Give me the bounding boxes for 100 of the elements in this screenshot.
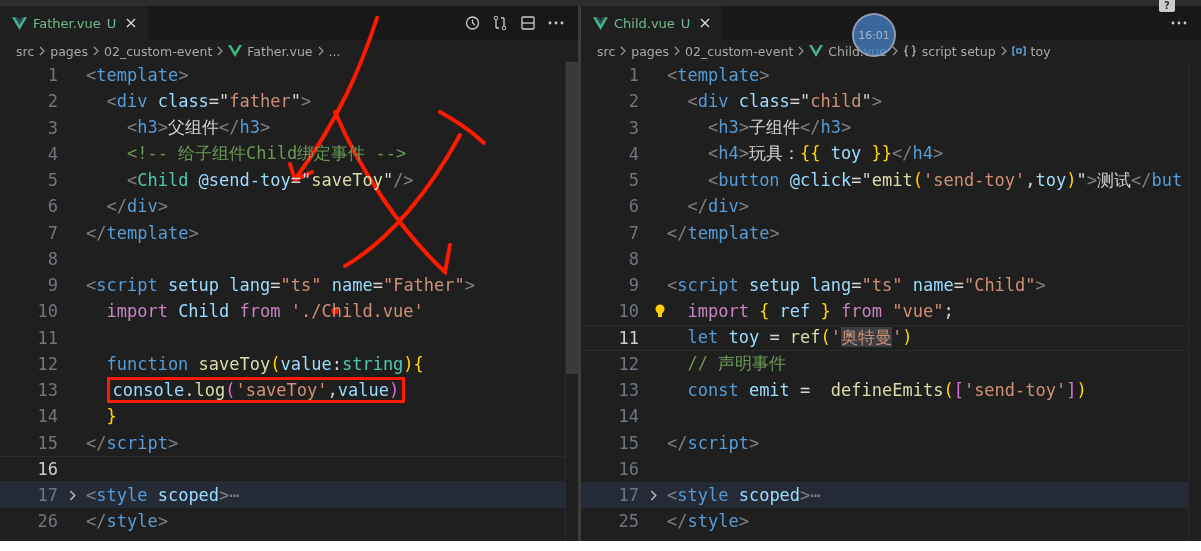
- compare-icon[interactable]: [492, 15, 508, 31]
- breadcrumb-item[interactable]: script setup: [921, 43, 996, 59]
- close-icon[interactable]: [126, 18, 137, 28]
- code-line: <template>: [86, 65, 189, 86]
- scrollbar[interactable]: [565, 62, 578, 541]
- code-line: </div>: [105, 196, 168, 217]
- code-line: </script>: [667, 432, 760, 453]
- line-number: 11: [36, 327, 58, 348]
- line-number: 15: [36, 432, 58, 453]
- code-line: <script setup lang="ts" name="Father">: [86, 275, 476, 296]
- code-line: const emit = defineEmits(['send-toy']): [686, 380, 1087, 401]
- line-number: 14: [36, 406, 58, 427]
- line-number: 6: [46, 196, 58, 217]
- line-number: 10: [617, 301, 639, 322]
- line-number: 3: [627, 117, 639, 138]
- code-line: <h4>玩具：{{ toy }}</h4>: [706, 142, 944, 166]
- chevron-icon: [317, 46, 324, 56]
- chevron-icon: [93, 46, 99, 56]
- code-line: </style>: [667, 511, 749, 532]
- chevron-icon: [798, 46, 805, 56]
- code-line: <div class="father">: [105, 91, 312, 112]
- line-number: 3: [46, 117, 58, 138]
- breadcrumb-item[interactable]: 02_custom-event: [685, 43, 794, 59]
- line-number: 12: [36, 353, 58, 374]
- braces-icon: [902, 45, 917, 57]
- code-line: import Child from './Child.vue': [105, 301, 424, 322]
- breadcrumb-item[interactable]: toy: [1030, 43, 1051, 59]
- vue-logo-icon: [593, 16, 608, 30]
- editor-tab[interactable]: Child.vue U: [581, 6, 723, 40]
- vue-logo-icon: [228, 45, 243, 57]
- code-line: // 声明事件: [686, 352, 787, 376]
- breadcrumb-item[interactable]: pages: [50, 43, 88, 59]
- line-number: 16: [617, 458, 639, 479]
- line-number: 17: [617, 485, 639, 506]
- help-badge[interactable]: ?: [1159, 0, 1175, 12]
- code-line: <style scoped>⋯: [86, 485, 240, 506]
- line-number: 2: [46, 91, 58, 112]
- line-number: 5: [627, 170, 639, 191]
- line-number: 10: [36, 301, 58, 322]
- line-number: 1: [627, 65, 639, 86]
- code-line: </template>: [667, 222, 780, 243]
- breadcrumb-item[interactable]: Father.vue: [247, 43, 313, 59]
- code-line: <button @click="emit('send-toy',toy)">测试</but: [706, 168, 1183, 192]
- line-number: 9: [627, 275, 639, 296]
- code-line: </div>: [686, 196, 749, 217]
- chevron-icon: [1000, 46, 1007, 56]
- line-number: 8: [627, 248, 639, 269]
- breadcrumb-item[interactable]: ...: [328, 43, 341, 59]
- vue-logo-icon: [12, 16, 27, 30]
- history-icon[interactable]: [464, 15, 480, 31]
- chevron-icon: [674, 46, 680, 56]
- more-icon[interactable]: [548, 21, 564, 25]
- fold-chevron-icon[interactable]: [649, 489, 657, 501]
- line-number: 14: [617, 406, 639, 427]
- breadcrumb-item[interactable]: 02_custom-event: [104, 43, 213, 59]
- line-number: 6: [627, 196, 639, 217]
- code-line: <h3>父组件</h3>: [125, 116, 271, 140]
- scrollbar-thumb[interactable]: [566, 62, 578, 374]
- code-line: <div class="child">: [686, 91, 883, 112]
- line-number: 8: [46, 248, 58, 269]
- line-number: 9: [46, 275, 58, 296]
- code-line: <template>: [667, 65, 770, 86]
- code-line: let toy = ref('奥特曼'): [686, 326, 913, 350]
- split-editor-icon[interactable]: [520, 15, 536, 31]
- code-line: import { ref } from "vue";: [686, 301, 954, 322]
- line-number: 13: [36, 380, 58, 401]
- close-icon[interactable]: [700, 18, 711, 28]
- line-number: 4: [627, 143, 639, 164]
- line-number: 5: [46, 170, 58, 191]
- code-line: </script>: [86, 432, 179, 453]
- line-number: 4: [46, 143, 58, 164]
- vue-logo-icon: [809, 45, 824, 57]
- line-number: 26: [36, 511, 58, 532]
- code-line: </style>: [86, 511, 168, 532]
- line-number: 7: [627, 222, 639, 243]
- highlighted-code-line: console.log('saveToy',value): [109, 380, 403, 401]
- line-number: 12: [617, 353, 639, 374]
- line-number: 11: [617, 327, 639, 348]
- chevron-icon: [620, 46, 627, 56]
- line-number: 16: [36, 458, 58, 479]
- code-line: <script setup lang="ts" name="Child">: [667, 275, 1046, 296]
- line-number: 13: [617, 380, 639, 401]
- line-number: 15: [617, 432, 639, 453]
- code-line: function saveToy(value:string){: [105, 353, 424, 374]
- breadcrumb-item[interactable]: src: [16, 43, 35, 59]
- line-number: 2: [627, 91, 639, 112]
- breadcrumb-item[interactable]: pages: [631, 43, 669, 59]
- line-number: 7: [46, 222, 58, 243]
- line-number: 1: [46, 65, 58, 86]
- breadcrumb-item[interactable]: src: [597, 43, 616, 59]
- line-number: 25: [617, 511, 639, 532]
- lightbulb-icon[interactable]: [655, 304, 665, 319]
- scrollbar[interactable]: [1188, 62, 1201, 541]
- code-line: }: [105, 406, 117, 427]
- code-line: </template>: [86, 222, 199, 243]
- more-icon[interactable]: [1171, 21, 1187, 25]
- chevron-icon: [39, 46, 46, 56]
- fold-chevron-icon[interactable]: [68, 489, 76, 501]
- variable-icon: [1011, 46, 1026, 56]
- editor-tab[interactable]: Father.vue U: [0, 6, 149, 40]
